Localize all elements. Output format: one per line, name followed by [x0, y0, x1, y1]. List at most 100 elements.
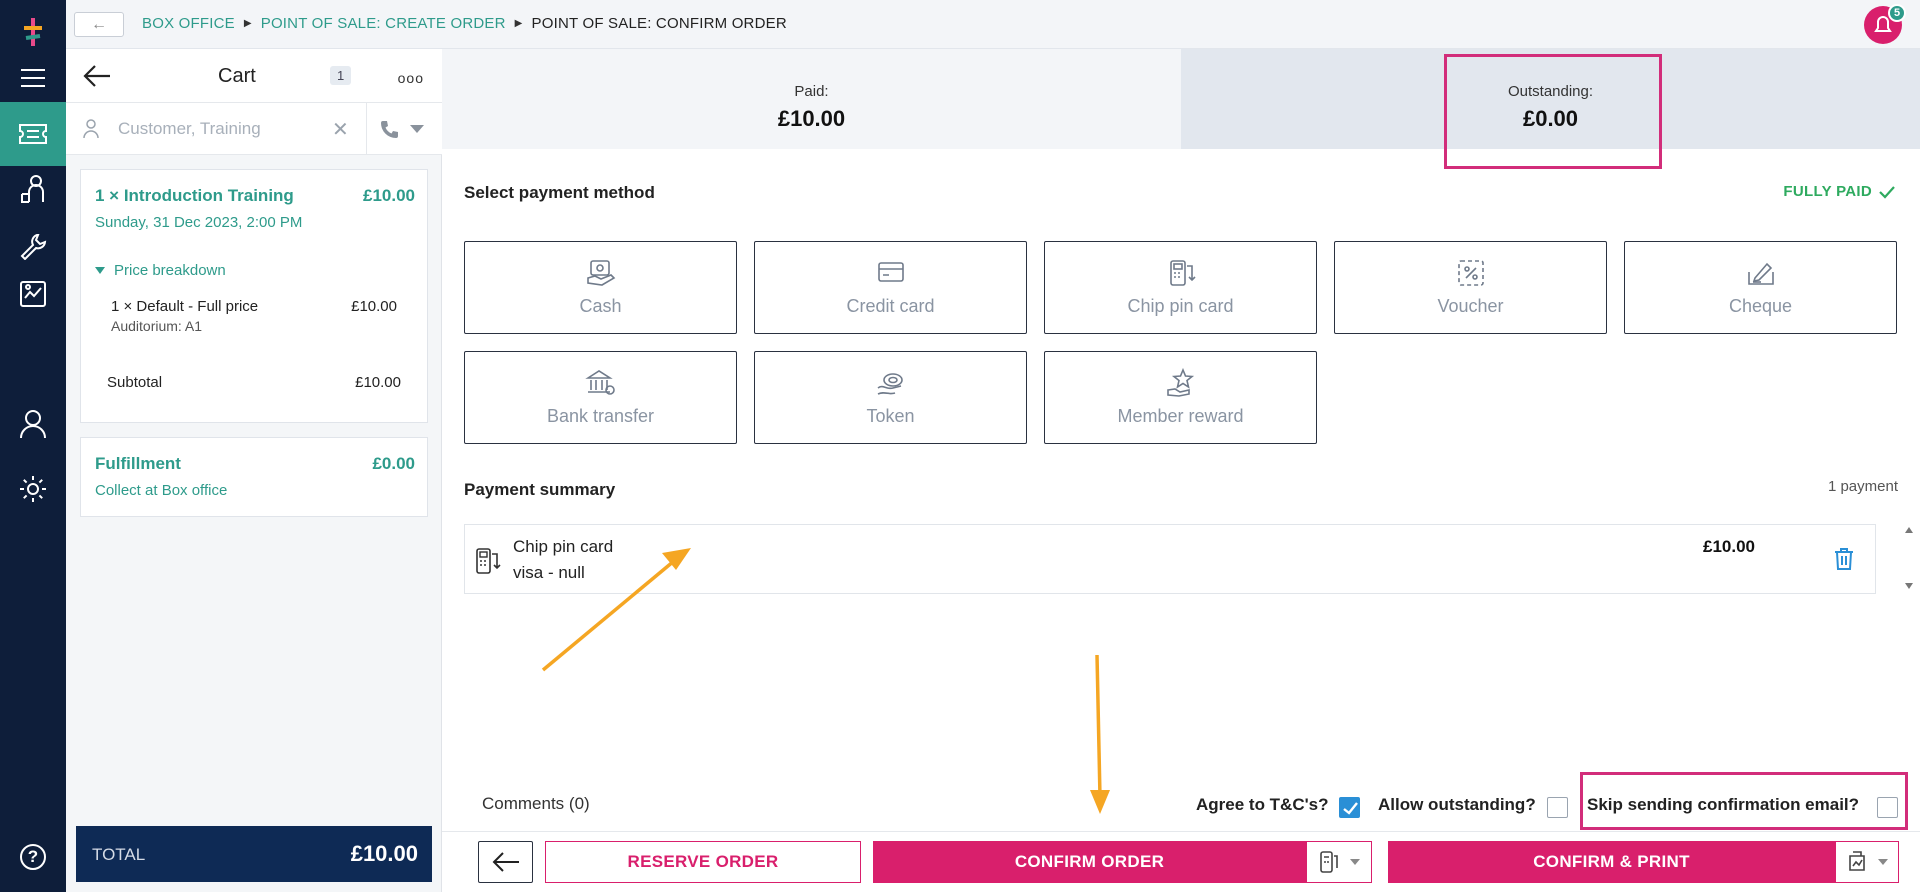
cart-item-title[interactable]: 1 × Introduction Training: [95, 186, 294, 206]
nav-rail: ?: [0, 0, 66, 892]
cart-item-price: £10.00: [363, 186, 415, 205]
reserve-order-button[interactable]: RESERVE ORDER: [545, 841, 861, 883]
price-line-value: £10.00: [351, 298, 397, 315]
annotation-highlight-outstanding: [1444, 54, 1662, 169]
breadcrumb-bar: ← BOX OFFICE ▶ POINT OF SALE: CREATE ORD…: [66, 0, 1920, 49]
payment-method-chip-pin-card[interactable]: Chip pin card: [1044, 241, 1317, 334]
payment-summary-title: Payment summary: [464, 480, 616, 499]
customer-search-input[interactable]: [118, 114, 328, 144]
payment-method-cheque[interactable]: Cheque: [1624, 241, 1897, 334]
breadcrumb-confirm-order: POINT OF SALE: CONFIRM ORDER: [531, 15, 787, 32]
payment-method-name: Chip pin card: [513, 537, 614, 556]
chevron-down-icon: [1350, 859, 1360, 865]
clear-customer-icon[interactable]: ✕: [332, 117, 349, 142]
breadcrumb-create-order[interactable]: POINT OF SALE: CREATE ORDER: [261, 15, 506, 32]
payment-list-scrollbar[interactable]: [1900, 523, 1918, 595]
back-button[interactable]: ←: [74, 12, 124, 37]
cart-back-button[interactable]: [82, 63, 112, 94]
cart-panel: Cart 1 ooo ✕ 1 × Introduction Training £…: [66, 49, 442, 892]
scroll-down-icon[interactable]: [1905, 583, 1913, 589]
fulfillment-title[interactable]: Fulfillment: [95, 454, 181, 474]
phone-icon[interactable]: [380, 119, 400, 139]
divider: [366, 103, 367, 155]
divider: [442, 831, 1920, 832]
price-breakdown-toggle[interactable]: Price breakdown: [95, 262, 226, 279]
subtotal-label: Subtotal: [107, 374, 163, 391]
confirm-order-button[interactable]: CONFIRM ORDER: [873, 841, 1306, 883]
payment-method-credit-card[interactable]: Credit card: [754, 241, 1027, 334]
user-icon[interactable]: [0, 392, 66, 456]
chevron-right-icon: ▶: [514, 18, 523, 29]
paid-value: £10.00: [777, 106, 846, 131]
notifications-button[interactable]: 5: [1864, 4, 1906, 44]
menu-icon[interactable]: [0, 46, 66, 110]
check-icon: [1879, 185, 1895, 199]
chevron-down-icon: [1878, 859, 1888, 865]
confirm-print-button[interactable]: CONFIRM & PRINT: [1388, 841, 1835, 883]
card-terminal-icon: [1165, 258, 1197, 293]
voucher-icon: [1455, 258, 1487, 293]
arrow-left-icon: [492, 852, 519, 872]
token-icon: [875, 368, 907, 403]
print-options-dropdown[interactable]: [1835, 841, 1899, 883]
cart-header: Cart 1 ooo: [66, 49, 442, 103]
cash-icon: [585, 258, 617, 293]
person-icon: [83, 119, 99, 139]
cart-item-date: Sunday, 31 Dec 2023, 2:00 PM: [95, 214, 303, 231]
total-value: £10.00: [350, 841, 418, 866]
fulfillment-price: £0.00: [372, 454, 415, 473]
check-icon: [1343, 802, 1358, 815]
bank-icon: [584, 368, 617, 403]
print-ticket-icon: [1849, 851, 1865, 871]
customer-service-icon[interactable]: [0, 157, 66, 221]
card-terminal-icon: [476, 548, 501, 574]
agree-terms-checkbox[interactable]: [1339, 797, 1360, 818]
cart-item-card[interactable]: 1 × Introduction Training £10.00 Sunday,…: [80, 169, 428, 423]
allow-outstanding-label: Allow outstanding?: [1378, 795, 1536, 814]
cart-count-badge: 1: [330, 66, 352, 85]
price-line-label: 1 × Default - Full price: [111, 298, 259, 315]
logo-icon: [24, 18, 42, 46]
paid-label: Paid:: [794, 83, 829, 100]
reports-icon[interactable]: [0, 262, 66, 326]
price-breakdown-label: Price breakdown: [114, 262, 226, 279]
arrow-left-icon: [83, 65, 110, 87]
card-terminal-icon: [1320, 851, 1338, 873]
fully-paid-status: FULLY PAID: [1783, 183, 1896, 200]
more-options-icon[interactable]: ooo: [398, 70, 424, 86]
back-button[interactable]: [478, 841, 533, 883]
comments-link[interactable]: Comments (0): [482, 794, 590, 814]
payment-count: 1 payment: [1827, 478, 1898, 495]
fulfillment-method: Collect at Box office: [95, 482, 228, 499]
breadcrumb: BOX OFFICE ▶ POINT OF SALE: CREATE ORDER…: [142, 15, 787, 32]
help-icon[interactable]: ?: [0, 825, 66, 889]
caret-down-icon: [95, 267, 105, 274]
paid-summary: Paid: £10.00: [442, 49, 1181, 149]
notification-count-badge: 5: [1888, 4, 1906, 22]
agree-terms-label: Agree to T&C's?: [1196, 795, 1329, 814]
payment-method-bank-transfer[interactable]: Bank transfer: [464, 351, 737, 444]
confirm-options-dropdown[interactable]: [1306, 841, 1372, 883]
fulfillment-card[interactable]: Fulfillment £0.00 Collect at Box office: [80, 437, 428, 517]
payment-method-member-reward[interactable]: Member reward: [1044, 351, 1317, 444]
gear-icon[interactable]: [0, 457, 66, 521]
payment-method-token[interactable]: Token: [754, 351, 1027, 444]
allow-outstanding-checkbox[interactable]: [1547, 797, 1568, 818]
star-reward-icon: [1165, 367, 1197, 403]
trash-icon[interactable]: [1833, 547, 1855, 571]
credit-card-icon: [875, 258, 907, 293]
payment-row[interactable]: Chip pin card visa - null £10.00: [464, 524, 1876, 594]
payment-method-title: Select payment method: [464, 183, 655, 202]
price-line-seat: Auditorium: A1: [111, 318, 203, 334]
subtotal-value: £10.00: [355, 374, 401, 391]
chevron-down-icon[interactable]: [410, 125, 424, 133]
scroll-up-icon[interactable]: [1905, 527, 1913, 533]
breadcrumb-box-office[interactable]: BOX OFFICE: [142, 15, 235, 32]
cart-title: Cart: [218, 65, 256, 87]
payment-method-cash[interactable]: Cash: [464, 241, 737, 334]
payment-method-voucher[interactable]: Voucher: [1334, 241, 1607, 334]
main-content: Paid: £10.00 Outstanding: £0.00 Select p…: [442, 49, 1920, 892]
cheque-icon: [1745, 258, 1777, 293]
customer-row: ✕: [66, 103, 442, 155]
total-label: TOTAL: [92, 845, 146, 864]
